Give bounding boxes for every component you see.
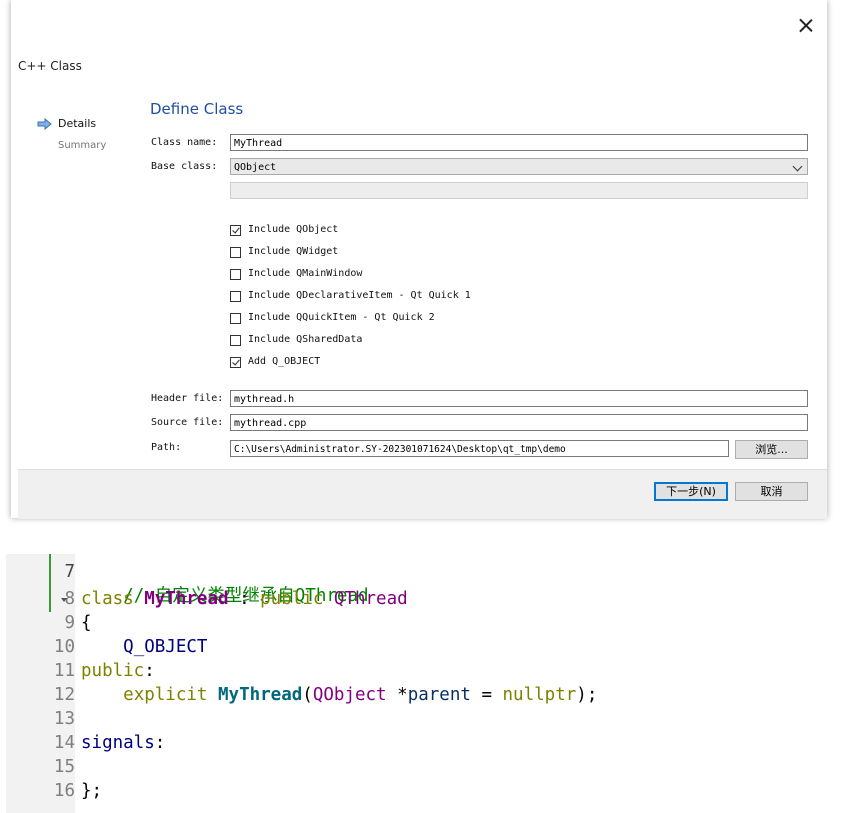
- line-number-gutter: 7 8 9 10 11 12 13 14 15 16: [6, 554, 75, 813]
- keyword-explicit: explicit: [123, 685, 208, 705]
- code-line-10: Q_OBJECT: [81, 637, 207, 657]
- macro-token: Q_OBJECT: [123, 637, 208, 657]
- code-line-8: class MyThread : public QThread: [81, 589, 408, 609]
- code-line-14: signals:: [81, 733, 165, 753]
- cancel-button[interactable]: 取消: [735, 482, 808, 501]
- constructor-token: MyThread: [218, 685, 303, 705]
- line-number: 9: [64, 613, 75, 633]
- checkbox-icon[interactable]: [230, 269, 241, 280]
- checkbox-icon[interactable]: [230, 335, 241, 346]
- header-file-input[interactable]: mythread.h: [230, 390, 808, 407]
- step-summary-label: Summary: [58, 140, 107, 151]
- colon-token: :: [154, 733, 166, 753]
- colon-token: :: [144, 661, 155, 681]
- param-type-token: QObject: [312, 685, 387, 705]
- nullptr-token: nullptr: [502, 685, 577, 705]
- code-editor[interactable]: 7 8 9 10 11 12 13 14 15 16 // 自定义类型继承自QT…: [6, 554, 850, 813]
- line-number: 15: [53, 757, 75, 777]
- code-line-11: public:: [81, 661, 155, 681]
- param-name-token: parent: [407, 685, 471, 705]
- class-name-label: Class name:: [151, 137, 218, 148]
- base-class-select[interactable]: QObject: [230, 158, 808, 175]
- line-number: 12: [53, 685, 75, 705]
- step-arrow-icon: [37, 118, 52, 130]
- line-number: 7: [64, 562, 75, 582]
- class-name-input[interactable]: MyThread: [230, 134, 808, 151]
- base-class-token: QThread: [333, 589, 408, 609]
- browse-button[interactable]: 浏览...: [735, 440, 808, 459]
- end-sig-token: );: [576, 685, 598, 705]
- next-button[interactable]: 下一步(N): [654, 482, 728, 501]
- brace-open-token: {: [81, 613, 92, 633]
- path-label: Path:: [151, 442, 182, 453]
- line-number: 16: [53, 781, 75, 801]
- fold-arrow-icon[interactable]: [61, 598, 67, 602]
- line-number: 13: [53, 709, 75, 729]
- signals-token: signals: [81, 733, 155, 753]
- code-line-9: {: [81, 613, 92, 633]
- checkbox-icon[interactable]: [230, 313, 241, 324]
- line-number: 8: [64, 589, 75, 609]
- step-details-label: Details: [58, 117, 97, 130]
- close-icon[interactable]: [795, 16, 817, 38]
- checkbox-icon[interactable]: [230, 357, 241, 368]
- paren-open-token: (: [302, 685, 313, 705]
- step-summary: Summary: [35, 138, 106, 160]
- keyword-public: public: [260, 589, 324, 609]
- pointer-token: *: [386, 685, 408, 705]
- page-title: Define Class: [150, 100, 244, 118]
- new-class-dialog: C++ Class Details Summary Define Class C…: [11, 0, 827, 519]
- keyword-class: class: [81, 589, 134, 609]
- colon-token: :: [228, 589, 261, 609]
- chevron-down-icon: [792, 161, 803, 172]
- header-file-label: Header file:: [151, 393, 224, 404]
- checkbox-icon[interactable]: [230, 225, 241, 236]
- code-line-12: explicit MyThread(QObject *parent = null…: [81, 685, 597, 705]
- equals-token: =: [470, 685, 503, 705]
- line-number: 11: [53, 661, 75, 681]
- line-number: 10: [53, 637, 75, 657]
- checkbox-icon[interactable]: [230, 247, 241, 258]
- wizard-steps: Details Summary: [35, 116, 106, 160]
- brace-close-token: };: [81, 781, 103, 801]
- base-class-label: Base class:: [151, 161, 218, 172]
- window-title: C++ Class: [18, 59, 82, 73]
- code-line-16: };: [81, 781, 102, 801]
- step-details: Details: [35, 116, 106, 138]
- access-public-token: public: [81, 661, 145, 681]
- checkbox-icon[interactable]: [230, 291, 241, 302]
- base-class-value: QObject: [234, 162, 277, 173]
- line-number: 14: [53, 733, 75, 753]
- base-class-custom-input: [230, 182, 808, 199]
- path-input[interactable]: C:\Users\Administrator.SY-202301071624\D…: [230, 440, 729, 457]
- class-name-token: MyThread: [144, 589, 229, 609]
- source-file-label: Source file:: [151, 417, 224, 428]
- source-file-input[interactable]: mythread.cpp: [230, 414, 808, 431]
